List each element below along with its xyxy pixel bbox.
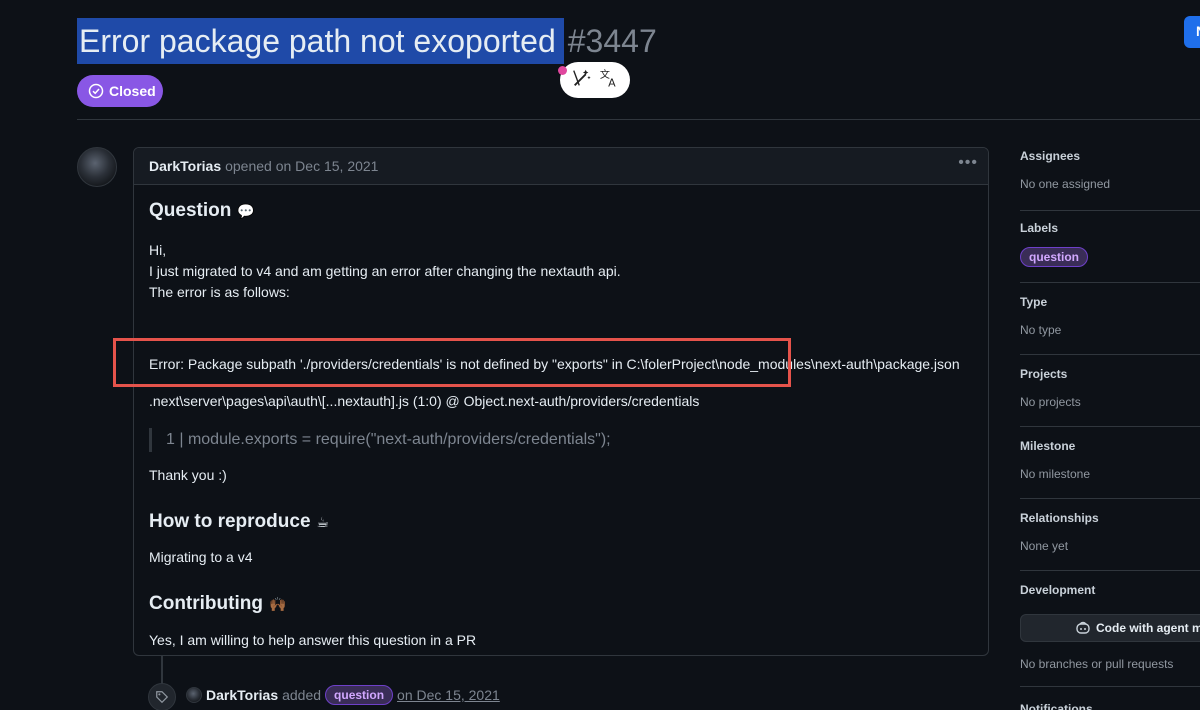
sidebar-value: None yet [1020, 539, 1069, 553]
sidebar-relationships: Relationships None yet [1020, 511, 1200, 553]
contributing-heading: Contributing [149, 593, 263, 614]
timeline-connector [161, 656, 163, 686]
comment-header: DarkTorias opened on Dec 15, 2021 ••• [134, 148, 988, 185]
question-heading-row: Question 💬 [149, 200, 255, 222]
sidebar-divider [1020, 426, 1200, 427]
sidebar-milestone: Milestone No milestone [1020, 439, 1200, 481]
question-heading: Question [149, 200, 232, 221]
label-question[interactable]: question [325, 685, 394, 705]
event-date[interactable]: on Dec 15, 2021 [397, 687, 500, 703]
sidebar-title[interactable]: Relationships [1020, 511, 1200, 525]
sidebar-value: No projects [1020, 395, 1081, 409]
sidebar-title[interactable]: Labels [1020, 221, 1200, 235]
sidebar-value: No branches or pull requests [1020, 657, 1174, 671]
sidebar-value: No milestone [1020, 467, 1091, 481]
contributing-text: Yes, I am willing to help answer this qu… [149, 632, 477, 648]
speech-bubble-icon: 💬 [237, 203, 255, 219]
kebab-menu-icon[interactable]: ••• [958, 154, 978, 172]
label-event: DarkTorias added question on Dec 15, 202… [186, 685, 500, 705]
sidebar-title[interactable]: Projects [1020, 367, 1200, 381]
avatar[interactable] [77, 147, 117, 187]
sidebar-title[interactable]: Milestone [1020, 439, 1200, 453]
reproduce-heading: How to reproduce [149, 511, 311, 532]
intro-line: I just migrated to v4 and am getting an … [149, 263, 621, 279]
label-question[interactable]: question [1020, 247, 1088, 267]
coffee-icon: ☕ [316, 514, 330, 530]
reproduce-text: Migrating to a v4 [149, 549, 253, 565]
notification-dot [558, 66, 567, 75]
selection-toolbar: 文A [558, 62, 630, 98]
sidebar-divider [1020, 210, 1200, 211]
sidebar-development: Development [1020, 583, 1200, 597]
issue-title-row: Error package path not exoported #3447 [77, 17, 657, 65]
stack-line: .next\server\pages\api\auth\[...nextauth… [149, 393, 700, 409]
sidebar-title[interactable]: Notifications [1020, 702, 1200, 710]
sidebar-assignees: Assignees No one assigned [1020, 149, 1200, 191]
svg-text:A: A [608, 76, 616, 89]
sidebar-divider [1020, 282, 1200, 283]
check-circle-icon [88, 83, 104, 99]
sidebar-divider [1020, 498, 1200, 499]
issue-number: #3447 [567, 23, 657, 59]
sidebar-title[interactable]: Development [1020, 583, 1200, 597]
event-verb: added [282, 687, 322, 703]
highlight-annotation-box [113, 338, 791, 387]
copilot-icon [1076, 621, 1090, 634]
sidebar-notifications: Notifications [1020, 702, 1200, 710]
status-badge: Closed [77, 75, 163, 107]
sidebar-divider [1020, 354, 1200, 355]
comment-action: opened on Dec 15, 2021 [225, 158, 379, 174]
event-author[interactable]: DarkTorias [206, 687, 278, 703]
sidebar-title[interactable]: Assignees [1020, 149, 1200, 163]
thanks-text: Thank you :) [149, 467, 227, 483]
tag-icon [148, 683, 176, 710]
comment-body: Question 💬 Hi, I just migrated to v4 and … [134, 185, 988, 655]
sidebar-value: No type [1020, 323, 1062, 337]
intro-paragraph: Hi, I just migrated to v4 and am getting… [149, 240, 621, 303]
header-divider [77, 119, 1200, 120]
translate-icon[interactable]: 文A [598, 67, 620, 94]
sidebar-value: No one assigned [1020, 177, 1111, 191]
issue-comment: DarkTorias opened on Dec 15, 2021 ••• Qu… [133, 147, 989, 656]
new-issue-button[interactable]: N [1184, 16, 1200, 48]
contributing-heading-row: Contributing 🙌🏾 [149, 593, 286, 615]
agent-button-label: Code with agent mo [1096, 621, 1200, 635]
issue-title: Error package path not exoported [77, 18, 564, 64]
sidebar-labels: Labels question [1020, 221, 1200, 267]
raised-hands-icon: 🙌🏾 [268, 596, 287, 612]
avatar[interactable] [186, 687, 202, 703]
sidebar-title[interactable]: Type [1020, 295, 1200, 309]
sidebar-projects: Projects No projects [1020, 367, 1200, 409]
intro-line: The error is as follows: [149, 284, 290, 300]
sidebar-divider [1020, 570, 1200, 571]
comment-author[interactable]: DarkTorias [149, 158, 221, 174]
intro-line: Hi, [149, 242, 167, 258]
code-quote: 1 | module.exports = require("next-auth/… [149, 428, 611, 452]
sidebar-divider [1020, 686, 1200, 687]
sidebar-type: Type No type [1020, 295, 1200, 337]
magic-wand-icon[interactable] [571, 67, 593, 94]
status-label: Closed [109, 83, 156, 99]
reproduce-heading-row: How to reproduce ☕ [149, 511, 329, 533]
code-with-agent-button[interactable]: Code with agent mo [1020, 614, 1200, 642]
